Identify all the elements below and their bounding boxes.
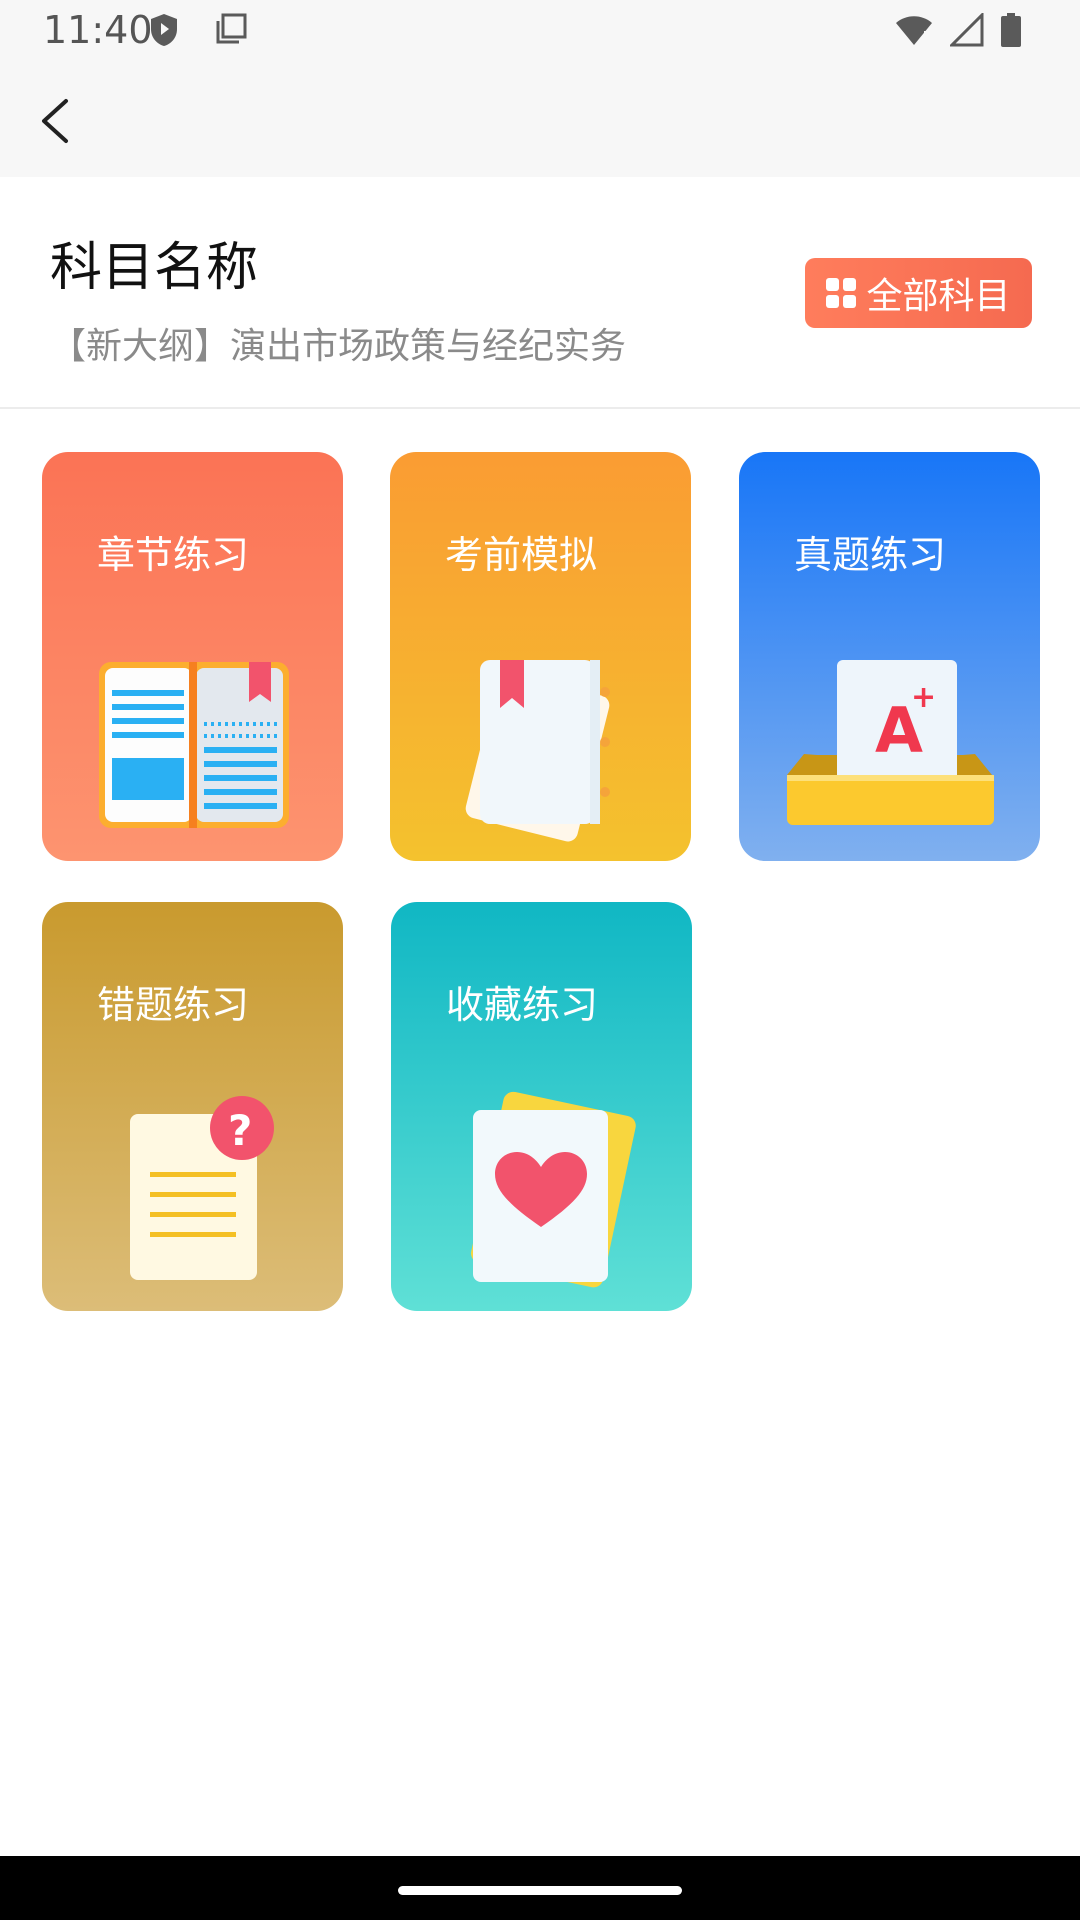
chapter-practice-card[interactable]: 章节练习 xyxy=(42,452,343,861)
signal-icon xyxy=(950,13,984,47)
status-left-icons xyxy=(148,12,248,48)
back-button[interactable] xyxy=(30,91,86,151)
open-book-icon xyxy=(99,662,289,828)
notebook-icon xyxy=(465,660,610,842)
subject-header: 科目名称 【新大纲】演出市场政策与经纪实务 全部科目 xyxy=(0,177,1080,409)
copy-icon xyxy=(216,13,247,44)
mock-exam-card[interactable]: 考前模拟 xyxy=(390,452,691,861)
grid-icon xyxy=(826,278,857,308)
favorites-card[interactable]: 收藏练习 xyxy=(391,902,692,1311)
svg-text:?: ? xyxy=(228,1106,252,1155)
shield-icon xyxy=(151,14,177,46)
status-time: 11:40 xyxy=(43,8,153,52)
app-bar xyxy=(0,63,1080,177)
question-document-icon: ? xyxy=(130,1096,274,1280)
all-subjects-button[interactable]: 全部科目 xyxy=(805,258,1032,328)
status-right-icons xyxy=(894,12,1022,48)
home-indicator[interactable] xyxy=(398,1886,682,1895)
heart-card-icon xyxy=(471,1091,636,1288)
subject-name: 【新大纲】演出市场政策与经纪实务 xyxy=(50,326,627,367)
a-plus-paper-icon: A + xyxy=(787,660,994,825)
all-subjects-label: 全部科目 xyxy=(866,276,1011,317)
back-arrow-icon xyxy=(42,99,68,143)
system-nav-bar xyxy=(0,1856,1080,1920)
wrong-questions-card[interactable]: 错题练习 ? xyxy=(42,902,343,1311)
status-bar: 11:40 xyxy=(0,0,1080,63)
svg-text:+: + xyxy=(911,680,936,715)
wifi-icon xyxy=(896,16,932,45)
battery-icon xyxy=(1001,13,1021,47)
past-papers-card[interactable]: 真题练习 A + xyxy=(739,452,1040,861)
page-title: 科目名称 xyxy=(50,238,259,298)
